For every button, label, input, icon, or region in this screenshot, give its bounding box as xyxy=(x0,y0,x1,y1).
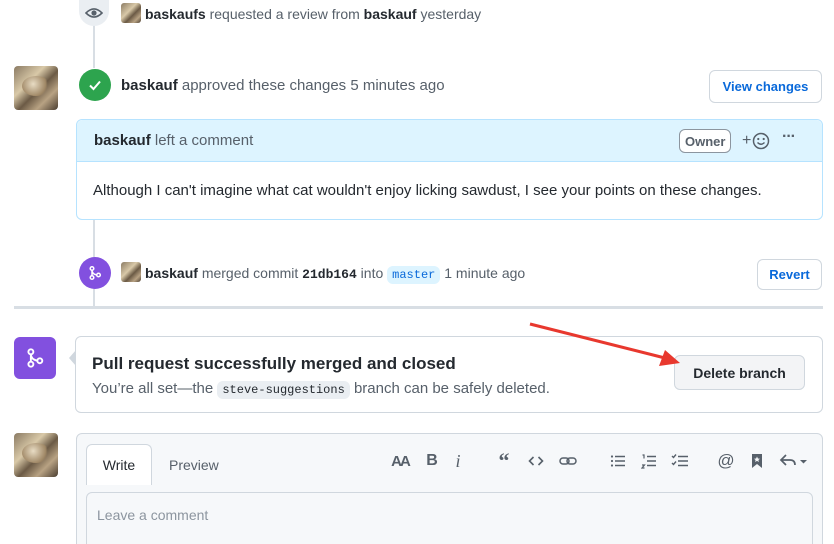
italic-icon[interactable]: i xyxy=(447,450,469,472)
annotation-arrow xyxy=(529,322,680,366)
view-changes-button[interactable]: View changes xyxy=(709,70,822,103)
bold-icon[interactable]: B xyxy=(421,450,443,472)
merge-icon xyxy=(79,257,111,289)
avatar[interactable] xyxy=(14,66,58,110)
comment-input[interactable]: Leave a comment xyxy=(86,492,813,544)
tab-write[interactable]: Write xyxy=(86,444,152,485)
tab-preview[interactable]: Preview xyxy=(161,444,227,485)
avatar xyxy=(121,3,141,23)
reviewer-link[interactable]: baskauf xyxy=(364,6,417,22)
branch-label[interactable]: master xyxy=(387,266,441,284)
merge-status-box: Pull request successfully merged and clo… xyxy=(75,336,823,413)
comment-body: Although I can't imagine what cat wouldn… xyxy=(93,182,762,199)
timeline-line-low xyxy=(93,286,95,306)
saved-reply-icon[interactable] xyxy=(746,450,768,472)
ordered-list-icon[interactable] xyxy=(638,450,660,472)
merge-status-text: You’re all set—the steve-suggestions bra… xyxy=(92,380,550,399)
merge-status-title: Pull request successfully merged and clo… xyxy=(92,354,456,373)
comment-header: baskauf left a comment Owner + ··· xyxy=(77,120,822,162)
review-comment: baskauf left a comment Owner + ··· Altho… xyxy=(76,119,823,220)
more-options-icon[interactable]: ··· xyxy=(782,128,796,146)
commit-link[interactable]: 21db164 xyxy=(302,267,357,282)
mention-icon[interactable]: @ xyxy=(715,450,737,472)
quote-icon[interactable]: “ xyxy=(493,448,515,473)
comment-editor: Write Preview AA B i “ @ Leave a comment xyxy=(76,433,823,544)
check-icon xyxy=(79,69,111,101)
actor-link[interactable]: baskauf xyxy=(121,77,178,94)
smiley-icon xyxy=(753,132,770,150)
timestamp[interactable]: yesterday xyxy=(420,6,481,22)
revert-button[interactable]: Revert xyxy=(757,259,822,290)
merged-status-icon xyxy=(14,337,56,379)
timestamp[interactable]: 1 minute ago xyxy=(444,265,525,281)
heading-icon[interactable]: AA xyxy=(389,450,411,472)
actor-link[interactable]: baskauf xyxy=(145,265,198,281)
link-icon[interactable] xyxy=(557,450,579,472)
eye-icon xyxy=(79,0,109,26)
merge-event: baskauf merged commit 21db164 into maste… xyxy=(121,262,525,284)
author-link[interactable]: baskauf xyxy=(94,132,151,149)
task-list-icon[interactable] xyxy=(669,450,691,472)
avatar[interactable] xyxy=(14,433,58,477)
branch-label[interactable]: steve-suggestions xyxy=(217,381,350,399)
owner-badge: Owner xyxy=(679,129,732,153)
review-request-event: baskaufs requested a review from baskauf… xyxy=(121,3,481,23)
timestamp[interactable]: 5 minutes ago xyxy=(350,77,444,94)
reply-dropdown-icon[interactable] xyxy=(777,450,811,472)
actor-link[interactable]: baskaufs xyxy=(145,6,206,22)
code-icon[interactable] xyxy=(525,450,547,472)
timeline-line-mid xyxy=(93,220,95,260)
timeline-separator xyxy=(14,306,823,309)
avatar xyxy=(121,262,141,282)
add-reaction-button[interactable]: + xyxy=(742,130,770,152)
unordered-list-icon[interactable] xyxy=(607,450,629,472)
approval-event: baskauf approved these changes 5 minutes… xyxy=(121,77,445,94)
